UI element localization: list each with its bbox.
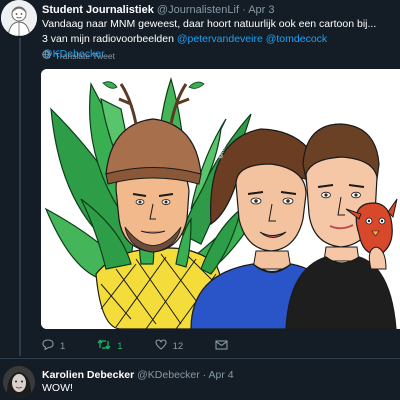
message-icon — [215, 339, 228, 353]
reply-text: WOW! — [42, 382, 73, 394]
retweet-icon — [97, 339, 111, 353]
thread-connector-line — [19, 38, 21, 356]
mention-link[interactable]: @petervandeveire — [177, 33, 263, 45]
translate-tweet-link[interactable]: Translate Tweet — [42, 50, 115, 61]
tweet-header: Student Journalistiek @JournalistenLif ·… — [42, 3, 396, 17]
retweet-button[interactable]: 1 — [97, 339, 123, 353]
mention-link[interactable]: @tomdecock — [266, 33, 327, 45]
tweet-actions: 1 1 12 — [42, 338, 292, 354]
author-avatar[interactable] — [1, 0, 37, 36]
tweet-text-line-2-prefix: 3 van mijn radiovoorbeelden — [42, 33, 177, 45]
author-handle[interactable]: @JournalistenLif — [157, 4, 239, 16]
reply-author-avatar[interactable] — [3, 366, 35, 398]
like-icon — [155, 339, 167, 353]
translate-label: Translate Tweet — [55, 50, 116, 61]
reply-author-name[interactable]: Karolien Debecker — [42, 369, 134, 381]
globe-icon — [42, 50, 51, 61]
tweet-text-line-1: Vandaag naar MNM geweest, daar hoort nat… — [42, 18, 377, 30]
like-button[interactable]: 12 — [155, 339, 184, 353]
tweet-date[interactable]: Apr 3 — [248, 4, 274, 16]
header-separator: · — [242, 4, 246, 16]
tweet-divider — [0, 358, 400, 359]
reply-count: 1 — [60, 340, 66, 352]
reply-header-separator: · — [202, 369, 207, 381]
direct-message-button[interactable] — [215, 339, 228, 353]
reply-icon — [42, 339, 54, 353]
like-count: 12 — [172, 340, 184, 352]
reply-date[interactable]: Apr 4 — [209, 369, 234, 381]
retweet-count: 1 — [117, 340, 123, 352]
tweet-image[interactable]: @milkfitch — [41, 69, 400, 329]
reply-header: Karolien Debecker @KDebecker · Apr 4 — [42, 368, 234, 382]
author-name[interactable]: Student Journalistiek — [42, 4, 154, 16]
reply-button[interactable]: 1 — [42, 339, 65, 353]
reply-author-handle[interactable]: @KDebecker — [137, 369, 200, 381]
